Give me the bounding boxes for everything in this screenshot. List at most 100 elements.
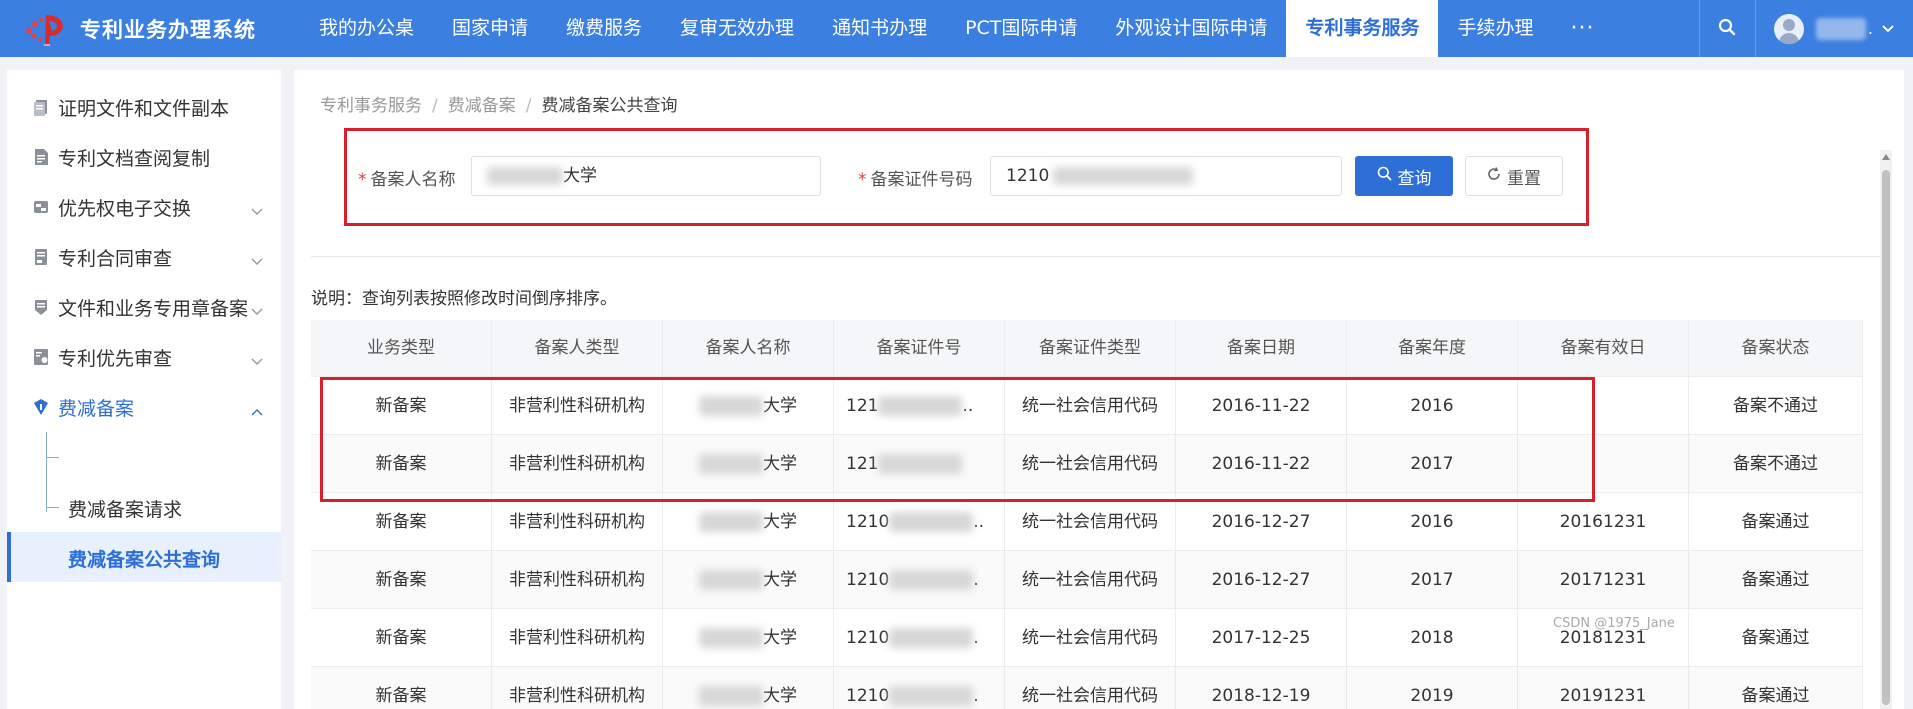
sidebar-item-label: 费减备案 (58, 397, 135, 420)
redacted-text (889, 686, 974, 706)
sidebar-subitem[interactable]: 费减备案公共查询 (7, 532, 281, 582)
cell-type: 新备案 (311, 667, 492, 709)
cell-id-number: 1210. (834, 609, 1005, 667)
reset-button[interactable]: 重置 (1465, 156, 1563, 196)
cell-applicant-type: 非营利性科研机构 (492, 667, 663, 709)
cell-id-number: 1210. (834, 667, 1005, 709)
redacted-text (699, 628, 763, 648)
seal-icon (33, 298, 49, 316)
cell-id-type: 统一社会信用代码 (1005, 609, 1176, 667)
table-header: 业务类型 备案人类型 备案人名称 备案证件号 备案证件类型 备案日期 备案年度 备案有效日 备案… (311, 320, 1863, 377)
nav-item[interactable]: 专利事务服务 (1286, 0, 1439, 57)
redacted-text (889, 512, 974, 532)
nav-item[interactable]: 我的办公桌 (300, 0, 433, 57)
global-search-button[interactable] (1698, 0, 1755, 57)
cell-year: 2019 (1347, 667, 1518, 709)
nav-item[interactable]: 手续办理 (1438, 0, 1552, 57)
cell-status: 备案通过 (1689, 609, 1863, 667)
cell-applicant-name: 大学 (663, 551, 834, 609)
sidebar-item[interactable]: 优先权电子交换 (7, 182, 281, 232)
cell-year: 2018 (1347, 609, 1518, 667)
user-menu[interactable]: . (1754, 0, 1913, 57)
redacted-text (889, 628, 974, 648)
applicant-name-label: * 备案人名称 (358, 170, 456, 190)
column-header[interactable]: 备案日期 (1176, 320, 1347, 377)
nav-item[interactable]: 外观设计国际申请 (1096, 0, 1286, 57)
fee-reduction-icon (33, 398, 49, 416)
cell-id-number: 1210. (834, 551, 1005, 609)
main-nav: 我的办公桌 国家申请 缴费服务 复审无效办理 通知书办理 PCT国际申请 外观设计国际申请专… (300, 0, 1552, 57)
user-name-suffix: . (1867, 19, 1873, 38)
exchange-icon (33, 198, 49, 216)
scrollbar-thumb[interactable] (1882, 170, 1890, 705)
sidebar-item[interactable]: 专利合同审查 (7, 232, 281, 282)
column-header[interactable]: 备案人名称 (663, 320, 834, 377)
sidebar: 证明文件和文件副本专利文档查阅复制 优先权电子交换专利合同审查文件和业务专用章备案… (7, 70, 281, 709)
cell-applicant-type: 非营利性科研机构 (492, 551, 663, 609)
nav-item[interactable]: 缴费服务 (547, 0, 661, 57)
cell-valid-date: 20191231 (1518, 667, 1689, 709)
redacted-text (1053, 167, 1194, 185)
column-header[interactable]: 业务类型 (311, 320, 492, 377)
column-header[interactable]: 备案年度 (1347, 320, 1518, 377)
cell-type: 新备案 (311, 609, 492, 667)
nav-item[interactable]: 国家申请 (433, 0, 547, 57)
breadcrumb: 专利事务服务 / 费减备案 / 费减备案公共查询 (320, 96, 678, 116)
sidebar-item[interactable]: 专利优先审查 (7, 332, 281, 382)
nav-item[interactable]: 复审无效办理 (661, 0, 813, 57)
sidebar-item[interactable]: 文件和业务专用章备案 (7, 282, 281, 332)
search-icon (1718, 18, 1736, 40)
column-header[interactable]: 备案有效日 (1518, 320, 1689, 377)
app-logo[interactable]: 专利业务办理系统 (0, 0, 300, 57)
sidebar-subitem-label: 费减备案公共查询 (68, 549, 221, 571)
redacted-text (699, 512, 763, 532)
column-header[interactable]: 备案状态 (1689, 320, 1863, 377)
breadcrumb-item-fee-reduction[interactable]: 费减备案 (448, 96, 516, 116)
sidebar-item[interactable]: 费减备案 (7, 382, 281, 432)
cell-applicant-type: 非营利性科研机构 (492, 609, 663, 667)
id-number-input[interactable]: 1210 (990, 156, 1342, 196)
redacted-text (487, 167, 563, 185)
more-nav-button[interactable]: ··· (1552, 4, 1612, 54)
chevron-down-icon (251, 299, 263, 321)
sidebar-subitem[interactable]: 费减备案请求 (7, 482, 281, 532)
column-header[interactable]: 备案人类型 (492, 320, 663, 377)
breadcrumb-current: 费减备案公共查询 (541, 96, 678, 116)
cell-status: 备案不通过 (1689, 377, 1863, 435)
redacted-text (699, 570, 763, 590)
scroll-up-icon[interactable] (1882, 154, 1890, 160)
column-header[interactable]: 备案证件类型 (1005, 320, 1176, 377)
query-button[interactable]: 查询 (1355, 156, 1453, 196)
id-number-label: * 备案证件号码 (858, 170, 973, 190)
cell-status: 备案通过 (1689, 667, 1863, 709)
table-row[interactable]: 新备案 非营利性科研机构 大学 1210. 统一社会信用代码 2016-12-27 2017… (311, 551, 1863, 609)
cell-status: 备案通过 (1689, 493, 1863, 551)
column-header[interactable]: 备案证件号 (834, 320, 1005, 377)
applicant-name-input[interactable]: 大学 (471, 156, 821, 196)
sidebar-item-label: 专利优先审查 (58, 347, 173, 370)
cell-type: 新备案 (311, 551, 492, 609)
priority-icon (33, 348, 49, 366)
cell-status: 备案不通过 (1689, 435, 1863, 493)
sidebar-subitem-label: 费减备案请求 (68, 499, 183, 521)
sidebar-item[interactable]: 证明文件和文件副本 (7, 82, 281, 132)
sidebar-item-label: 专利合同审查 (58, 247, 173, 270)
cell-applicant-name: 大学 (663, 667, 834, 709)
vertical-scrollbar[interactable] (1880, 150, 1892, 709)
sidebar-item[interactable]: 专利文档查阅复制 (7, 132, 281, 182)
nav-item[interactable]: 通知书办理 (813, 0, 946, 57)
sort-note: 说明：查询列表按照修改时间倒序排序。 (311, 289, 617, 309)
cell-date: 2016-12-27 (1176, 551, 1347, 609)
redacted-text (889, 570, 974, 590)
rejected-rows-highlight (320, 377, 1595, 502)
contract-icon (33, 248, 49, 266)
cell-year: 2017 (1347, 551, 1518, 609)
chevron-down-icon (251, 249, 263, 271)
table-row[interactable]: 新备案 非营利性科研机构 大学 1210. 统一社会信用代码 2018-12-19 2019… (311, 667, 1863, 709)
sidebar-item-label: 证明文件和文件副本 (58, 97, 230, 120)
refresh-icon (1487, 166, 1501, 186)
nav-item[interactable]: PCT国际申请 (946, 0, 1096, 57)
redacted-text (699, 686, 763, 706)
main-content: 专利事务服务 / 费减备案 / 费减备案公共查询 * 备案人名称 大学 * 备案证件号码 1… (294, 70, 1904, 709)
breadcrumb-item-patent-services[interactable]: 专利事务服务 (320, 96, 422, 116)
